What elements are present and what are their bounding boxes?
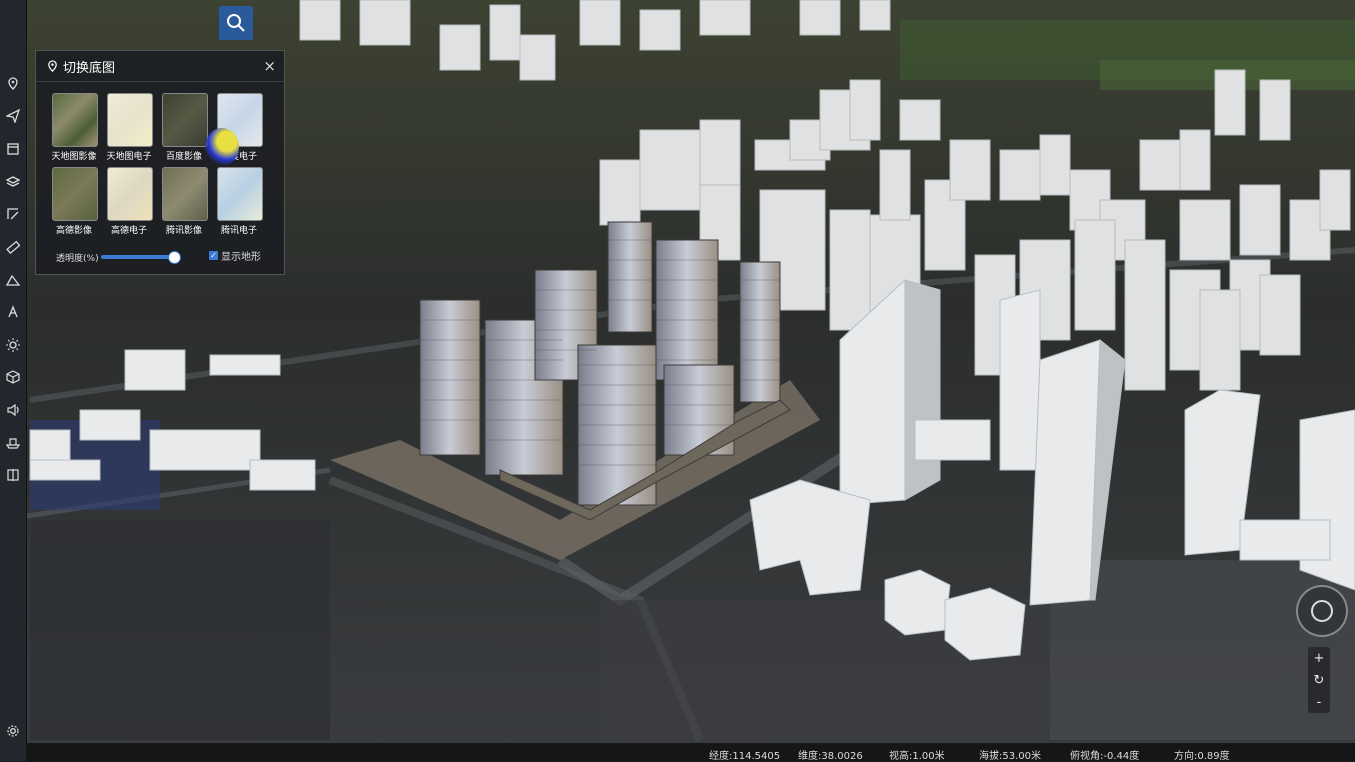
close-icon[interactable]: ×: [263, 57, 276, 75]
panel-title: 切换底图: [63, 60, 116, 76]
panel-header: 切换底图: [36, 51, 284, 82]
terrain-label: 显示地形: [221, 252, 261, 263]
layers-icon[interactable]: [3, 172, 23, 192]
zoom-control: + ↻ -: [1308, 647, 1330, 713]
basemap-tile[interactable]: 天地图影像: [50, 93, 98, 162]
compass-control[interactable]: [1296, 585, 1348, 637]
altitude-readout: 海拔:53.00米: [979, 751, 1041, 762]
ship-icon[interactable]: [3, 432, 23, 452]
sound-icon[interactable]: [3, 400, 23, 420]
basemap-tile-label: 腾讯电子: [220, 226, 257, 236]
basemap-tile[interactable]: 腾讯电子: [215, 167, 263, 236]
basemap-panel: 切换底图 × 天地图影像 天地图电子 百度影像 百度电子 高德影像 高德电子 腾…: [35, 50, 285, 275]
left-toolbar: [0, 0, 27, 761]
light-icon[interactable]: [3, 335, 23, 355]
ruler-icon[interactable]: [3, 237, 23, 257]
pin-map-icon[interactable]: [3, 74, 23, 94]
pin-map-icon: [48, 59, 57, 72]
pitch-readout: 俯视角:-0.44度: [1070, 751, 1140, 762]
status-bar: 经度:114.5405 维度:38.0026 视高:1.00米 海拔:53.00…: [26, 743, 1355, 762]
zoom-out-button[interactable]: -: [1308, 691, 1330, 713]
panel-icon[interactable]: [3, 139, 23, 159]
latitude-readout: 维度:38.0026: [798, 751, 863, 762]
basemap-tile[interactable]: 天地图电子: [105, 93, 153, 162]
opacity-label: 透明度(%): [56, 254, 99, 264]
compass-icon: [1311, 600, 1333, 622]
height-icon[interactable]: [3, 302, 23, 322]
send-icon[interactable]: [3, 106, 23, 126]
basemap-tile[interactable]: 高德影像: [50, 167, 98, 236]
longitude-readout: 经度:114.5405: [709, 751, 781, 762]
mouse-cursor-highlight: [205, 128, 239, 166]
gear-icon[interactable]: [3, 721, 23, 741]
reset-view-button[interactable]: ↻: [1308, 669, 1330, 691]
basemap-tile[interactable]: 百度影像: [160, 93, 208, 162]
area-icon[interactable]: [3, 270, 23, 290]
terrain-toggle[interactable]: ✓ 显示地形: [209, 248, 261, 263]
search-button[interactable]: [219, 6, 253, 40]
basemap-tile[interactable]: 腾讯影像: [160, 167, 208, 236]
draw-icon[interactable]: [3, 204, 23, 224]
split-icon[interactable]: [3, 465, 23, 485]
basemap-tile[interactable]: 高德电子: [105, 167, 153, 236]
search-icon: [227, 14, 245, 32]
heading-readout: 方向:0.89度: [1174, 751, 1230, 762]
terrain-checkbox[interactable]: ✓: [209, 251, 218, 260]
view-height-readout: 视高:1.00米: [889, 751, 945, 762]
slider-knob[interactable]: [168, 251, 181, 264]
zoom-in-button[interactable]: +: [1308, 647, 1330, 669]
opacity-slider[interactable]: [101, 251, 181, 264]
cube-icon[interactable]: [3, 367, 23, 387]
